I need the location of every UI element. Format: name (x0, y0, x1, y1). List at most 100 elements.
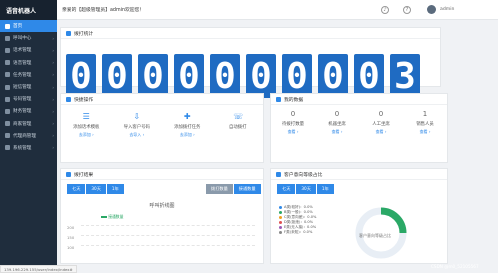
panel-title: 拨打结果 (61, 169, 263, 180)
quick-action[interactable]: ⇩ 导入客户号码 去导入 › (112, 112, 163, 138)
view-link[interactable]: 查看 › (315, 129, 359, 135)
digit: 0 (102, 54, 132, 98)
menu-icon (5, 121, 10, 127)
donut-label: 客户意向等级占比 (359, 233, 391, 238)
chevron-right-icon: › (52, 60, 54, 66)
legend-dot (279, 226, 282, 229)
chevron-right-icon: › (52, 47, 54, 53)
quick-action[interactable]: ☏ 自动拨打 (213, 112, 264, 138)
action-icon: ⇩ (133, 112, 141, 121)
call-count-panel: 拨打统计 0000000003 (60, 27, 441, 98)
pie-icon (276, 171, 281, 177)
digit: 0 (174, 54, 204, 98)
quick-actions-panel: 快捷操作 ☰ 添加话术模板 去添加 › ⇩ 导入客户号码 去导入 › ✚ 添加拨打任务 去添加 … (60, 93, 264, 163)
sidebar-item[interactable]: 呼叫中心 › (0, 32, 57, 44)
sidebar-item[interactable]: 首页 (0, 20, 57, 33)
action-link[interactable]: 去添加 › (162, 132, 213, 138)
menu-icon (5, 145, 10, 151)
status-url: 139.196.229.155/user/index/index# (0, 265, 77, 273)
bell-icon[interactable]: ♪ (381, 6, 389, 14)
digit: 0 (66, 54, 96, 98)
menu-icon (5, 133, 10, 139)
sidebar-item[interactable]: 财务管理 › (0, 105, 57, 117)
chart-title: 呼叫折线图 (149, 203, 175, 209)
view-link[interactable]: 查看 › (359, 129, 403, 135)
welcome-text: 亲爱的【超级管理员】admin欢迎您！ (62, 8, 145, 13)
my-data-panel: 我的数据 0 待拨打数量 查看 › 0 机器坐席 查看 › 0 人工坐席 查看 › 1 销售人员 查看… (270, 93, 448, 163)
chevron-right-icon: › (52, 84, 54, 90)
legend-dot (279, 211, 282, 214)
y-axis-ticks: 200 150 100 (67, 225, 75, 250)
chevron-right-icon: › (52, 35, 54, 41)
chevron-right-icon: › (52, 96, 54, 102)
digit: 0 (210, 54, 240, 98)
sidebar: 语音机器人 首页 呼叫中心 › 话术管理 › 语音管理 › 任务管理 › 短信管理 › 号码管理 › 财务… (0, 0, 57, 273)
sidebar-item[interactable]: 话术管理 › (0, 44, 57, 56)
quick-action[interactable]: ✚ 添加拨打任务 去添加 › (162, 112, 213, 138)
btn-1year[interactable]: 1年 (106, 184, 125, 194)
btn-connect-count[interactable]: 接通数量 (233, 184, 262, 194)
action-icon: ✚ (183, 112, 191, 121)
sidebar-item[interactable]: 任务管理 › (0, 69, 57, 81)
chevron-right-icon: › (52, 72, 54, 78)
sidebar-nav: 首页 呼叫中心 › 话术管理 › 语音管理 › 任务管理 › 短信管理 › 号码管理 › 财务管理 › 商家管… (0, 20, 57, 154)
btn-call-count[interactable]: 拨打数量 (206, 184, 234, 194)
bolt-icon (66, 96, 71, 102)
legend-dot (279, 206, 282, 209)
quick-action[interactable]: ☰ 添加话术模板 去添加 › (61, 112, 112, 138)
view-link[interactable]: 查看 › (403, 129, 447, 135)
digit: 0 (354, 54, 384, 98)
action-icon: ☏ (233, 112, 244, 121)
stat-item: 0 机器坐席 查看 › (315, 110, 359, 135)
panel-title: 客户意向等级占比 (271, 169, 447, 180)
brand-title: 语音机器人 (0, 0, 57, 20)
chevron-right-icon: › (52, 145, 54, 151)
panel-title: 拨打统计 (61, 28, 440, 39)
stat-item: 0 人工坐席 查看 › (359, 110, 403, 135)
menu-icon (5, 108, 10, 114)
sidebar-item[interactable]: 语音管理 › (0, 57, 57, 69)
legend-dot (279, 216, 282, 219)
action-link[interactable]: 去导入 › (112, 132, 163, 138)
sidebar-item[interactable]: 短信管理 › (0, 81, 57, 93)
chevron-right-icon: › (52, 121, 54, 127)
period-buttons: 七天 30天 1年 (67, 184, 125, 194)
stat-item: 1 销售人员 查看 › (403, 110, 447, 135)
digit: 0 (138, 54, 168, 98)
menu-icon (5, 84, 10, 90)
btn-1year[interactable]: 1年 (316, 184, 335, 194)
sidebar-item[interactable]: 代理商管理 › (0, 130, 57, 142)
digit: 0 (282, 54, 312, 98)
help-icon[interactable]: ? (403, 6, 411, 14)
menu-icon (5, 96, 10, 102)
call-result-panel: 拨打结果 七天 30天 1年 拨打数量 接通数量 呼叫折线图 接通数量 200 … (60, 168, 264, 264)
btn-7days[interactable]: 七天 (277, 184, 297, 194)
result-icon (66, 171, 71, 177)
legend-dot (279, 221, 282, 224)
chevron-right-icon: › (52, 108, 54, 114)
sidebar-item[interactable]: 商家管理 › (0, 118, 57, 130)
quick-action-list: ☰ 添加话术模板 去添加 › ⇩ 导入客户号码 去导入 › ✚ 添加拨打任务 去添加 › ☏ 自动拨… (61, 112, 263, 138)
stat-value: 0 (290, 110, 296, 118)
sidebar-item[interactable]: 系统管理 › (0, 142, 57, 154)
btn-7days[interactable]: 七天 (67, 184, 87, 194)
btn-30days[interactable]: 30天 (86, 184, 107, 194)
view-link[interactable]: 查看 › (271, 129, 315, 135)
menu-icon (5, 60, 10, 66)
stat-value: 1 (422, 110, 428, 118)
avatar[interactable] (427, 5, 436, 14)
credit-text: CSDN @m0_52105567 (431, 264, 479, 269)
data-icon (276, 96, 281, 102)
action-link[interactable]: 去添加 › (61, 132, 112, 138)
digit: 0 (246, 54, 276, 98)
menu-icon (5, 47, 10, 53)
chevron-right-icon: › (52, 133, 54, 139)
user-name[interactable]: admin (440, 7, 454, 12)
sidebar-item[interactable]: 号码管理 › (0, 93, 57, 105)
period-buttons: 七天 30天 1年 (277, 184, 335, 194)
chart-icon (66, 30, 71, 36)
menu-icon (5, 72, 10, 78)
stat-value: 0 (334, 110, 340, 118)
btn-30days[interactable]: 30天 (296, 184, 317, 194)
menu-icon (5, 35, 10, 41)
